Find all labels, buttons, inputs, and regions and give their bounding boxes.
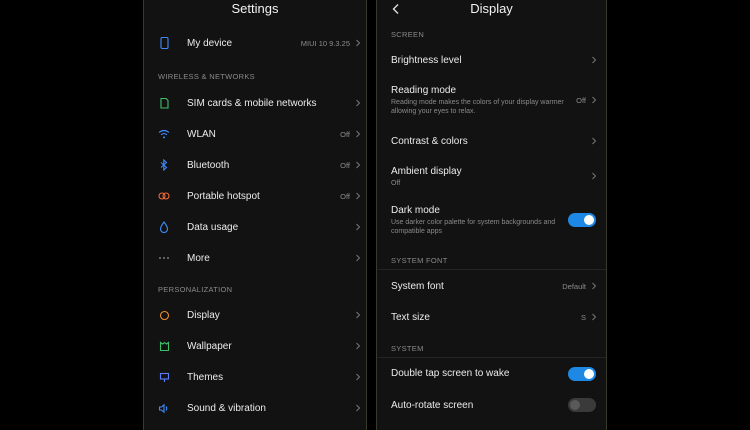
chevron-right-icon — [356, 192, 361, 200]
display-label: Display — [187, 309, 220, 321]
chevron-right-icon — [356, 254, 361, 262]
chevron-right-icon — [356, 130, 361, 138]
screen-section-header: SCREEN — [391, 30, 425, 39]
system-font-item[interactable]: System font Default — [377, 281, 606, 299]
system-font-value: Default — [562, 282, 586, 291]
wlan-status: Off — [340, 129, 350, 139]
reading-mode-status: Off — [576, 96, 586, 105]
personalization-section-header: PERSONALIZATION — [158, 285, 233, 294]
data-usage-label: Data usage — [187, 221, 239, 233]
settings-title: Settings — [231, 1, 279, 16]
display-title: Display — [470, 1, 513, 16]
chevron-right-icon — [356, 311, 361, 319]
phone-icon — [158, 37, 170, 49]
sound-vibration-label: Sound & vibration — [187, 402, 266, 414]
ambient-display-label: Ambient display — [391, 166, 462, 177]
chevron-right-icon — [356, 342, 361, 350]
themes-icon — [158, 371, 170, 383]
reading-mode-item[interactable]: Reading mode Reading mode makes the colo… — [377, 85, 606, 119]
themes-label: Themes — [187, 371, 224, 383]
wireless-section-header: WIRELESS & NETWORKS — [158, 72, 255, 81]
chevron-right-icon — [356, 99, 361, 107]
chevron-right-icon — [592, 56, 597, 64]
dark-mode-item[interactable]: Dark mode Use darker color palette for s… — [377, 205, 606, 239]
wifi-icon — [158, 128, 170, 140]
dark-mode-toggle[interactable] — [568, 213, 596, 227]
system-section-header: SYSTEM — [391, 344, 424, 353]
chevron-right-icon — [592, 313, 597, 321]
themes-item[interactable]: Themes — [144, 362, 366, 392]
bluetooth-label: Bluetooth — [187, 159, 230, 171]
wallpaper-label: Wallpaper — [187, 340, 232, 352]
settings-panel: Settings My device MIUI 10 9.3.25 WIRELE… — [143, 0, 367, 430]
sim-cards-item[interactable]: SIM cards & mobile networks — [144, 88, 366, 118]
wallpaper-item[interactable]: Wallpaper — [144, 331, 366, 361]
display-item[interactable]: Display — [144, 300, 366, 330]
data-usage-item[interactable]: Data usage — [144, 212, 366, 242]
reading-mode-description: Reading mode makes the colors of your di… — [391, 99, 564, 115]
divider — [377, 357, 606, 358]
my-device-label: My device — [187, 37, 233, 49]
double-tap-wake-toggle[interactable] — [568, 367, 596, 381]
contrast-colors-label: Contrast & colors — [391, 136, 468, 147]
brightness-item[interactable]: Brightness level — [377, 55, 606, 73]
chevron-right-icon — [592, 137, 597, 145]
wlan-item[interactable]: WLAN Off — [144, 119, 366, 149]
display-icon — [158, 309, 170, 321]
text-size-label: Text size — [391, 312, 430, 323]
chevron-right-icon — [356, 161, 361, 169]
auto-rotate-item[interactable]: Auto-rotate screen — [377, 398, 606, 418]
bluetooth-status: Off — [340, 160, 350, 170]
dark-mode-description: Use darker color palette for system back… — [391, 219, 556, 235]
my-device-item[interactable]: My device MIUI 10 9.3.25 — [144, 28, 366, 58]
brightness-label: Brightness level — [391, 55, 462, 66]
wallpaper-icon — [158, 340, 170, 352]
sound-icon — [158, 402, 170, 414]
divider — [377, 269, 606, 270]
ambient-display-item[interactable]: Ambient display Off — [377, 166, 606, 192]
reading-mode-label: Reading mode — [391, 85, 457, 96]
double-tap-wake-item[interactable]: Double tap screen to wake — [377, 367, 606, 386]
chevron-right-icon — [356, 404, 361, 412]
sound-vibration-item[interactable]: Sound & vibration — [144, 393, 366, 423]
hotspot-icon — [158, 190, 170, 202]
system-font-section-header: SYSTEM FONT — [391, 256, 448, 265]
chevron-right-icon — [356, 223, 361, 231]
miui-version: MIUI 10 9.3.25 — [300, 38, 350, 48]
ambient-display-status: Off — [391, 180, 401, 187]
chevron-right-icon — [592, 96, 597, 104]
contrast-colors-item[interactable]: Contrast & colors — [377, 136, 606, 154]
chevron-right-icon — [592, 282, 597, 290]
display-panel: Display SCREEN Brightness level Reading … — [376, 0, 607, 430]
chevron-right-icon — [356, 373, 361, 381]
hotspot-item[interactable]: Portable hotspot Off — [144, 181, 366, 211]
more-icon — [158, 252, 170, 264]
text-size-item[interactable]: Text size S — [377, 312, 606, 330]
more-label: More — [187, 252, 210, 264]
text-size-value: S — [580, 313, 586, 322]
hotspot-status: Off — [340, 191, 350, 201]
chevron-right-icon — [592, 172, 597, 180]
bluetooth-item[interactable]: Bluetooth Off — [144, 150, 366, 180]
hotspot-label: Portable hotspot — [187, 190, 260, 202]
sim-card-icon — [158, 97, 170, 109]
chevron-right-icon — [356, 39, 361, 47]
sim-cards-label: SIM cards & mobile networks — [187, 97, 317, 109]
wlan-label: WLAN — [187, 128, 216, 140]
bluetooth-icon — [158, 159, 170, 171]
data-usage-icon — [158, 221, 170, 233]
more-item[interactable]: More — [144, 243, 366, 273]
auto-rotate-toggle[interactable] — [568, 398, 596, 412]
